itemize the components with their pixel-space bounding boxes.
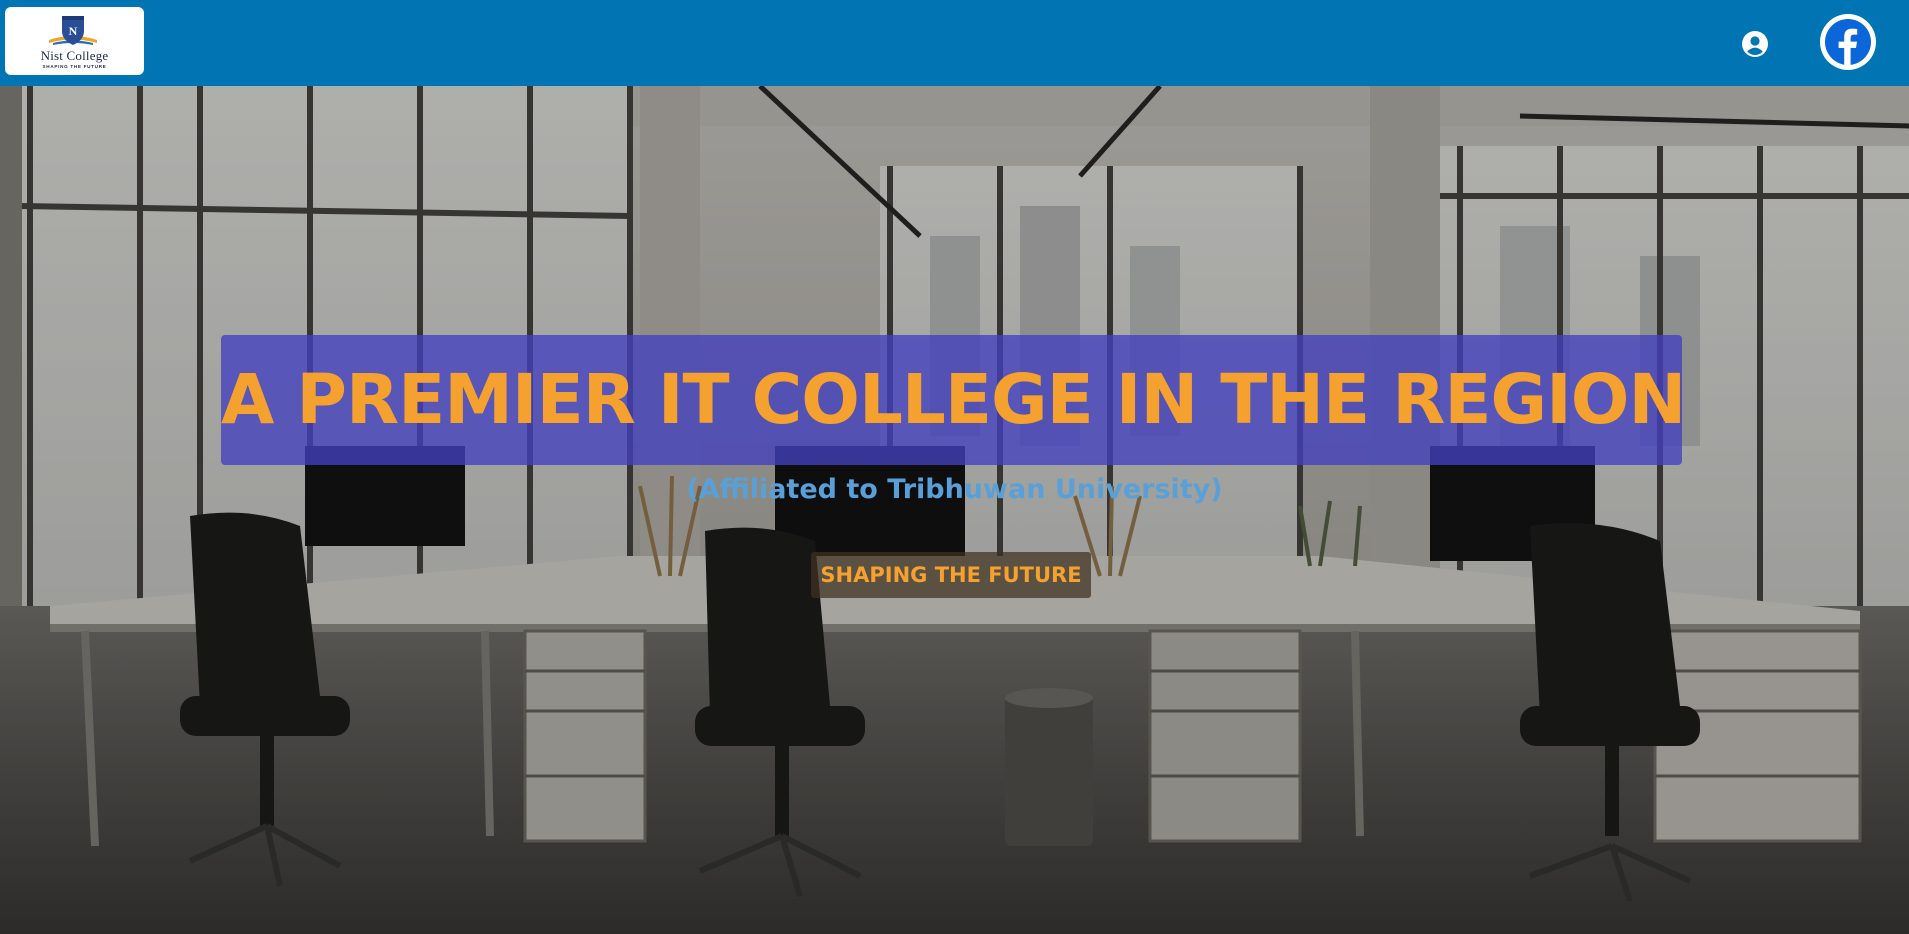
shaping-the-future-label: SHAPING THE FUTURE [820, 563, 1082, 587]
facebook-icon [1825, 19, 1871, 66]
logo-tagline: SHAPING THE FUTURE [42, 64, 107, 69]
college-crest-icon: N [49, 16, 97, 45]
college-logo-link[interactable]: N Nist College SHAPING THE FUTURE [5, 7, 144, 75]
hero-dark-overlay [0, 86, 1909, 934]
hero-headline: A PREMIER IT COLLEGE IN THE REGION [221, 360, 1686, 440]
top-navbar: N Nist College SHAPING THE FUTURE [0, 0, 1909, 86]
crest-letter: N [69, 24, 78, 38]
facebook-link[interactable] [1820, 14, 1876, 70]
affiliation-text: (Affiliated to Tribhuwan University) [686, 474, 1223, 505]
logo-college-name: Nist College [40, 48, 109, 63]
user-account-button[interactable] [1741, 30, 1769, 58]
shaping-the-future-button[interactable]: SHAPING THE FUTURE [811, 552, 1091, 598]
hero-section: A PREMIER IT COLLEGE IN THE REGION (Affi… [0, 86, 1909, 934]
user-account-icon [1742, 31, 1768, 57]
